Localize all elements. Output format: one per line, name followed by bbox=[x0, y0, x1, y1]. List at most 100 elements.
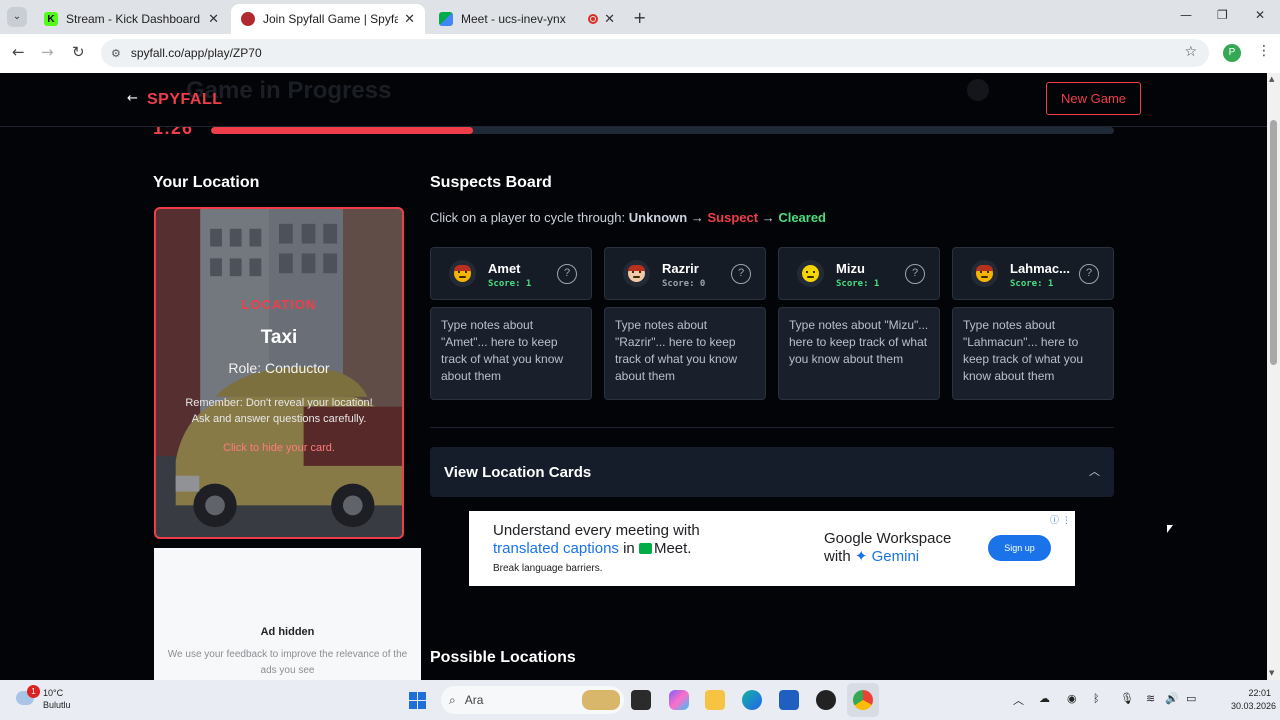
player-score: Score: 0 bbox=[662, 279, 706, 289]
microphone-icon[interactable]: 🎙 bbox=[1120, 692, 1134, 705]
page-scrollbar[interactable]: ▲ ▼ bbox=[1267, 73, 1280, 680]
close-tab-icon[interactable]: ✕ bbox=[208, 12, 219, 27]
accordion-label: View Location Cards bbox=[444, 464, 592, 481]
profile-avatar[interactable]: P bbox=[1223, 44, 1241, 62]
site-info-icon[interactable]: ⚙ bbox=[111, 47, 121, 60]
player-card[interactable]: Razrir Score: 0? bbox=[604, 247, 766, 300]
browser-menu-icon[interactable]: ⋮ bbox=[1257, 43, 1271, 59]
tab-kick[interactable]: K Stream - Kick Dashboard ✕ bbox=[34, 4, 229, 34]
weather-temp: 10°C bbox=[43, 688, 64, 698]
player-avatar bbox=[797, 260, 824, 287]
wifi-icon[interactable]: ≋ bbox=[1146, 692, 1155, 705]
player-notes-field[interactable]: Type notes about "Razrir"... here to kee… bbox=[604, 307, 766, 400]
notification-badge: 1 bbox=[27, 685, 40, 698]
scrollbar-thumb[interactable] bbox=[1270, 120, 1277, 365]
location-tag: Location bbox=[241, 297, 317, 312]
search-highlight-image bbox=[582, 690, 620, 710]
new-tab-icon[interactable]: + bbox=[633, 8, 646, 27]
player-avatar bbox=[623, 260, 650, 287]
player-notes-field[interactable]: Type notes about "Lahmacun"... here to k… bbox=[952, 307, 1114, 400]
tab-strip: ⌄ K Stream - Kick Dashboard ✕ Join Spyfa… bbox=[0, 0, 1280, 34]
forward-icon[interactable]: → bbox=[41, 43, 54, 61]
back-icon[interactable]: ← bbox=[12, 43, 25, 61]
weather-widget[interactable]: 1 10°C Bulutlu bbox=[16, 685, 96, 715]
player-notes-field[interactable]: Type notes about "Mizu"... here to keep … bbox=[778, 307, 940, 400]
close-tab-icon[interactable]: ✕ bbox=[604, 12, 615, 27]
question-mark-icon[interactable]: ? bbox=[1079, 264, 1099, 284]
player-name: Lahmac... bbox=[1010, 261, 1070, 276]
obs-icon[interactable] bbox=[816, 690, 836, 710]
hide-card-hint[interactable]: Click to hide your card. bbox=[156, 442, 402, 454]
bluetooth-icon[interactable]: ᛒ bbox=[1093, 692, 1100, 705]
gemini-icon: ✦ bbox=[854, 548, 868, 565]
spyfall-logo[interactable]: SPYFALL bbox=[147, 91, 223, 109]
player-score: Score: 1 bbox=[488, 279, 532, 289]
store-icon[interactable] bbox=[779, 690, 799, 710]
question-mark-icon[interactable]: ? bbox=[557, 264, 577, 284]
player-card[interactable]: Mizu Score: 1? bbox=[778, 247, 940, 300]
ad-info-icon[interactable]: ⓘ ⋮ bbox=[1050, 513, 1071, 526]
url-text: spyfall.co/app/play/ZP70 bbox=[130, 46, 262, 60]
timer-progress-bar bbox=[211, 127, 1114, 134]
ad-signup-button[interactable]: Sign up bbox=[988, 535, 1051, 561]
tab-search-button[interactable]: ⌄ bbox=[7, 7, 27, 27]
spyfall-page: 1:26 Game in Progress ← SPYFALL New Game… bbox=[0, 73, 1267, 680]
edge-icon[interactable] bbox=[742, 690, 762, 710]
google-workspace-ad[interactable]: Understand every meeting with translated… bbox=[469, 511, 1075, 586]
player-card[interactable]: Amet Score: 1? bbox=[430, 247, 592, 300]
task-view-icon[interactable] bbox=[631, 690, 651, 710]
emoji-face-icon bbox=[628, 265, 645, 282]
possible-locations-heading: Possible Locations bbox=[430, 649, 576, 666]
scroll-down-icon[interactable]: ▼ bbox=[1269, 669, 1274, 677]
player-avatar bbox=[449, 260, 476, 287]
bookmark-star-icon[interactable]: ☆ bbox=[1184, 44, 1197, 60]
address-bar[interactable]: ⚙ spyfall.co/app/play/ZP70 ☆ bbox=[101, 39, 1209, 67]
reload-icon[interactable]: ↻ bbox=[72, 43, 85, 61]
scroll-up-icon[interactable]: ▲ bbox=[1269, 75, 1274, 83]
reminder-text: Remember: Don't reveal your location! As… bbox=[185, 397, 373, 425]
back-arrow-icon[interactable]: ← bbox=[127, 91, 138, 106]
player-notes-field[interactable]: Type notes about "Amet"... here to keep … bbox=[430, 307, 592, 400]
new-game-button[interactable]: New Game bbox=[1046, 82, 1141, 115]
cloud-sync-icon[interactable]: ☁ bbox=[1039, 692, 1050, 705]
minimize-icon[interactable]: — bbox=[1180, 8, 1192, 22]
file-explorer-icon[interactable] bbox=[705, 690, 725, 710]
battery-icon[interactable]: ▭ bbox=[1186, 692, 1196, 705]
tab-spyfall[interactable]: Join Spyfall Game | Spyfall Online ✕ bbox=[231, 4, 425, 34]
tab-meet[interactable]: Meet - ucs-inev-ynx ✕ bbox=[429, 4, 625, 34]
question-mark-icon[interactable]: ? bbox=[905, 264, 925, 284]
windows-start-icon[interactable] bbox=[409, 692, 426, 709]
view-location-cards-accordion[interactable]: View Location Cards ︿ bbox=[430, 447, 1114, 497]
taskbar-clock[interactable]: 22:01 30.03.2026 bbox=[1231, 687, 1276, 713]
emoji-face-icon bbox=[976, 265, 993, 282]
player-role: Role: Conductor bbox=[228, 360, 330, 376]
restore-icon[interactable]: ❐ bbox=[1217, 8, 1228, 22]
meet-icon bbox=[638, 543, 652, 554]
tray-chevron-icon[interactable]: ︿ bbox=[1013, 692, 1024, 708]
location-name: Taxi bbox=[260, 327, 298, 348]
player-score: Score: 1 bbox=[836, 279, 880, 289]
user-avatar[interactable] bbox=[967, 79, 989, 101]
close-window-icon[interactable]: ✕ bbox=[1255, 8, 1265, 22]
chrome-icon[interactable] bbox=[853, 690, 873, 710]
meet-icon bbox=[439, 12, 453, 26]
chevron-up-icon[interactable]: ︿ bbox=[1089, 463, 1100, 479]
question-mark-icon[interactable]: ? bbox=[731, 264, 751, 284]
close-tab-icon[interactable]: ✕ bbox=[404, 12, 415, 27]
app-tray-icon[interactable]: ◉ bbox=[1067, 692, 1077, 705]
volume-icon[interactable]: 🔊 bbox=[1165, 692, 1179, 705]
search-icon: ⌕ bbox=[449, 692, 456, 707]
location-card[interactable]: Location Taxi Role: Conductor Remember: … bbox=[154, 207, 404, 539]
player-card[interactable]: Lahmac... Score: 1? bbox=[952, 247, 1114, 300]
player-name: Razrir bbox=[662, 261, 699, 276]
browser-toolbar: ← → ↻ ⚙ spyfall.co/app/play/ZP70 ☆ P ⋮ bbox=[0, 34, 1280, 73]
taskbar-search[interactable]: ⌕ Ara bbox=[441, 686, 624, 714]
suspects-instructions: Click on a player to cycle through: Unkn… bbox=[430, 210, 827, 225]
your-location-heading: Your Location bbox=[153, 174, 260, 191]
recording-icon bbox=[588, 14, 599, 24]
timer-progress-fill bbox=[211, 127, 473, 134]
player-avatar bbox=[971, 260, 998, 287]
player-name: Amet bbox=[488, 261, 521, 276]
spyfall-icon bbox=[241, 12, 255, 26]
copilot-icon[interactable] bbox=[669, 690, 689, 710]
